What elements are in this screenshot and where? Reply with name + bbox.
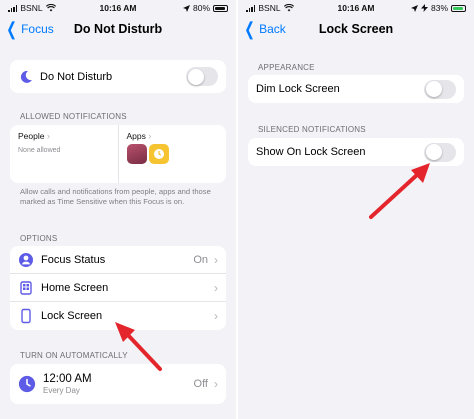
battery-icon (451, 4, 466, 12)
signal-icon (246, 4, 256, 12)
apps-label: Apps (126, 131, 146, 141)
signal-icon (8, 4, 18, 12)
options-header: OPTIONS (20, 234, 58, 243)
back-button[interactable]: ❮ Focus (4, 20, 54, 38)
options-item-label: Focus Status (41, 253, 106, 266)
show-on-lock-screen-row: Show On Lock Screen (248, 138, 464, 166)
silenced-card: Show On Lock Screen (248, 138, 464, 166)
location-icon (182, 4, 190, 12)
chevron-right-icon: › (214, 252, 218, 267)
status-bar: BSNL 10:16 AM 80% (0, 0, 236, 16)
app-icon-yellow (148, 144, 169, 164)
chevron-right-icon: › (214, 280, 218, 295)
dim-lock-screen-label: Dim Lock Screen (256, 83, 340, 95)
battery-percent: 80% (192, 3, 210, 13)
people-label: People (18, 131, 45, 141)
show-on-lock-screen-toggle[interactable] (424, 142, 456, 162)
chevron-right-icon: › (214, 309, 218, 323)
location-icon (410, 4, 418, 12)
charging-icon (420, 4, 428, 12)
nav-bar: ❮ Focus Do Not Disturb (0, 16, 236, 42)
schedule-row[interactable]: 12:00 AM Every Day Off › (10, 364, 226, 404)
battery-icon (213, 4, 228, 12)
chevron-left-icon: ❮ (244, 19, 255, 39)
schedule-time: 12:00 AM (43, 373, 92, 385)
chevron-right-icon: › (148, 131, 152, 141)
allowed-notifications-card: People › None allowed Apps › (10, 125, 226, 183)
schedule-repeat: Every Day (43, 386, 80, 395)
carrier-label: BSNL (20, 3, 43, 13)
lock-screen-settings: BSNL 10:16 AM 83% ❮ Back Lock Screen APP… (238, 0, 474, 419)
schedule-card: 12:00 AM Every Day Off › (10, 364, 226, 404)
dnd-label: Do Not Disturb (40, 70, 113, 83)
dnd-toggle[interactable] (186, 67, 218, 86)
back-button[interactable]: ❮ Back (242, 20, 286, 38)
clock-icon (18, 375, 36, 393)
dnd-card: Do Not Disturb (10, 60, 226, 93)
options-item-label: Lock Screen (41, 310, 103, 322)
wifi-icon (45, 4, 56, 12)
appearance-header: APPEARANCE (258, 63, 315, 72)
silenced-notifications-header: SILENCED NOTIFICATIONS (258, 125, 366, 134)
home-screen-icon (20, 280, 32, 295)
chevron-right-icon: › (46, 131, 50, 141)
show-on-lock-screen-label: Show On Lock Screen (256, 146, 366, 158)
people-value: None allowed (18, 147, 61, 154)
apps-cell[interactable]: Apps › (117, 125, 227, 183)
back-label: Back (259, 22, 286, 36)
do-not-disturb-screen: BSNL 10:16 AM 80% ❮ Focus Do Not Disturb… (0, 0, 236, 419)
wifi-icon (283, 4, 294, 12)
focus-status-icon (19, 252, 33, 267)
turn-on-automatically-header: TURN ON AUTOMATICALLY (20, 351, 128, 360)
allowed-notifications-note: Allow calls and notifications from peopl… (20, 187, 211, 206)
moon-icon (20, 70, 32, 83)
carrier-label: BSNL (258, 3, 281, 13)
chevron-right-icon: › (214, 377, 218, 391)
schedule-value: Off (193, 378, 208, 390)
status-bar: BSNL 10:16 AM 83% (238, 0, 474, 16)
dim-lock-screen-toggle[interactable] (424, 79, 456, 99)
back-label: Focus (21, 22, 54, 36)
options-item-label: Home Screen (41, 281, 109, 294)
people-cell[interactable]: People › None allowed (10, 125, 118, 183)
battery-percent: 83% (430, 3, 448, 13)
dim-lock-screen-row: Dim Lock Screen (248, 75, 464, 103)
options-card: Focus Status On › Home Screen › Lock Scr… (10, 246, 226, 330)
appearance-card: Dim Lock Screen (248, 75, 464, 103)
focus-status-row[interactable]: Focus Status On › (10, 246, 226, 274)
lock-screen-row[interactable]: Lock Screen › (10, 302, 226, 330)
app-icon-maroon (126, 144, 147, 164)
chevron-left-icon: ❮ (6, 19, 17, 39)
lock-screen-icon (21, 308, 31, 324)
allowed-notifications-header: ALLOWED NOTIFICATIONS (20, 112, 127, 121)
options-item-value: On (193, 253, 208, 266)
nav-bar: ❮ Back Lock Screen (238, 16, 474, 42)
dnd-row: Do Not Disturb (10, 60, 226, 93)
home-screen-row[interactable]: Home Screen › (10, 274, 226, 302)
